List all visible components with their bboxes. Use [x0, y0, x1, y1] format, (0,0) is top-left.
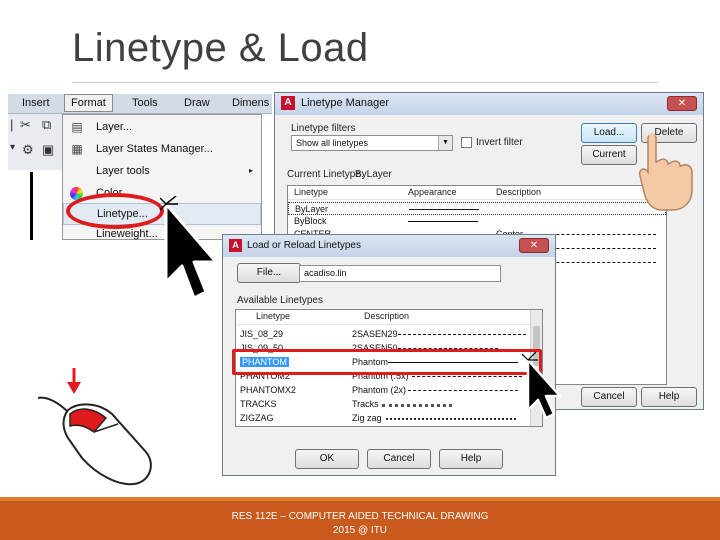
- linetype-preview: [386, 418, 516, 420]
- copy-icon[interactable]: ⧉: [42, 117, 51, 133]
- menu-item-layer[interactable]: ▤ Layer...: [63, 117, 261, 139]
- autocad-logo-icon: A: [281, 96, 295, 110]
- file-path-value: acadiso.lin: [304, 268, 347, 278]
- list-header: Linetype Description: [236, 310, 542, 325]
- cancel-button[interactable]: Cancel: [367, 449, 431, 469]
- linetype-name: ByLayer: [295, 204, 329, 214]
- file-button[interactable]: File...: [237, 263, 301, 283]
- layer-icon: ▤: [71, 120, 83, 134]
- table-row[interactable]: ZIGZAG Zig zag: [236, 412, 542, 425]
- drawn-line: [30, 172, 33, 240]
- menu-item-label: Layer...: [96, 121, 133, 133]
- filter-select[interactable]: Show all linetypes ▼: [291, 135, 453, 151]
- arrow-cursor-icon: [160, 196, 218, 300]
- footer-course: RES 112E – COMPUTER AIDED TECHNICAL DRAW…: [231, 511, 489, 522]
- chevron-down-icon: ▼: [438, 136, 452, 150]
- table-row[interactable]: ByLayer: [288, 202, 666, 215]
- menu-tools[interactable]: Tools: [132, 97, 158, 109]
- column-header[interactable]: Linetype: [256, 311, 290, 321]
- invert-filter-checkbox[interactable]: [461, 137, 472, 148]
- menu-item-label: Layer tools: [96, 165, 150, 177]
- drawing-area[interactable]: [8, 170, 62, 240]
- linetype-description: Zig zag: [352, 413, 382, 423]
- footer-year: 2015 @ ITU: [332, 525, 388, 536]
- column-header[interactable]: Linetype: [294, 187, 328, 197]
- menu-item-label: Layer States Manager...: [96, 143, 213, 155]
- column-header[interactable]: Description: [496, 187, 541, 197]
- linetype-preview: [382, 404, 452, 407]
- linetype-name: PHANTOMX2: [240, 385, 296, 395]
- highlight-oval: [66, 193, 164, 229]
- linetype-description: Tracks: [352, 399, 379, 409]
- linetype-name: ByBlock: [294, 216, 327, 226]
- linetype-description: Phantom (2x): [352, 385, 407, 395]
- file-path-input[interactable]: acadiso.lin: [299, 265, 501, 282]
- mouse-left-click-icon: [37, 368, 152, 486]
- title-divider: [72, 82, 658, 83]
- menu-dimension[interactable]: Dimens: [232, 97, 269, 109]
- table-row[interactable]: PHANTOMX2 Phantom (2x): [236, 384, 542, 397]
- current-linetype-value: ByLayer: [355, 169, 392, 180]
- help-button[interactable]: Help: [439, 449, 503, 469]
- linetype-name: TRACKS: [240, 399, 277, 409]
- list-header: Linetype Appearance Description: [288, 186, 666, 200]
- menu-item-label: Lineweight...: [96, 228, 158, 240]
- close-button[interactable]: ✕: [519, 238, 549, 253]
- available-linetypes-label: Available Linetypes: [237, 295, 323, 306]
- menu-draw[interactable]: Draw: [184, 97, 210, 109]
- highlight-rectangle: [232, 349, 542, 375]
- linetype-preview: [412, 376, 522, 377]
- cancel-button[interactable]: Cancel: [581, 387, 637, 407]
- linetype-preview: [408, 221, 478, 222]
- dialog-title: Load or Reload Linetypes: [247, 240, 361, 251]
- filters-label: Linetype filters: [291, 123, 356, 134]
- scissors-icon[interactable]: ✂: [20, 117, 31, 133]
- toolbar-icon[interactable]: |: [10, 117, 13, 132]
- layer-properties-icon[interactable]: ▣: [42, 142, 54, 158]
- dialog-titlebar[interactable]: A Linetype Manager ✕: [275, 93, 703, 115]
- dialog-titlebar[interactable]: A Load or Reload Linetypes ✕: [223, 235, 555, 257]
- close-button[interactable]: ✕: [667, 96, 697, 111]
- pointing-hand-icon: [638, 133, 693, 211]
- filter-value: Show all linetypes: [296, 138, 369, 148]
- table-row[interactable]: JIS_08_29 2SASEN29: [236, 328, 542, 341]
- linetype-description: 2SASEN29: [352, 329, 398, 339]
- slide-footer: RES 112E – COMPUTER AIDED TECHNICAL DRAW…: [0, 497, 720, 540]
- load-button[interactable]: Load...: [581, 123, 637, 143]
- dropdown-icon[interactable]: ▾: [10, 142, 15, 153]
- table-row[interactable]: ByBlock: [288, 215, 666, 228]
- invert-filter-label: Invert filter: [476, 137, 523, 148]
- menu-insert[interactable]: Insert: [22, 97, 50, 109]
- linetype-name: JIS_08_29: [240, 329, 284, 339]
- toolbar-strip: | ✂ ⧉ ▾ ⚙ ▣: [8, 114, 62, 170]
- linetype-preview: [398, 334, 526, 335]
- dialog-title: Linetype Manager: [301, 97, 390, 109]
- ok-button[interactable]: OK: [295, 449, 359, 469]
- column-header[interactable]: Description: [364, 311, 409, 321]
- table-row[interactable]: TRACKS Tracks: [236, 398, 542, 411]
- menubar: Insert Format Tools Draw Dimens: [8, 94, 272, 114]
- menu-item-layer-states[interactable]: ▦ Layer States Manager...: [63, 139, 261, 161]
- slide-title: Linetype & Load: [72, 26, 369, 70]
- linetype-preview: [408, 390, 518, 391]
- current-linetype-label: Current Linetype:: [287, 169, 364, 180]
- linetype-name: ZIGZAG: [240, 413, 274, 423]
- current-button[interactable]: Current: [581, 145, 637, 165]
- help-button[interactable]: Help: [641, 387, 697, 407]
- submenu-arrow-icon: ▸: [248, 166, 253, 175]
- autocad-logo-icon: A: [229, 239, 242, 252]
- arrow-cursor-icon: [522, 351, 562, 420]
- menu-item-layer-tools[interactable]: Layer tools ▸: [63, 161, 261, 183]
- menu-format[interactable]: Format: [64, 94, 113, 112]
- gear-icon[interactable]: ⚙: [22, 142, 34, 158]
- linetype-preview: [409, 209, 479, 210]
- layer-states-icon: ▦: [71, 142, 83, 156]
- column-header[interactable]: Appearance: [408, 187, 457, 197]
